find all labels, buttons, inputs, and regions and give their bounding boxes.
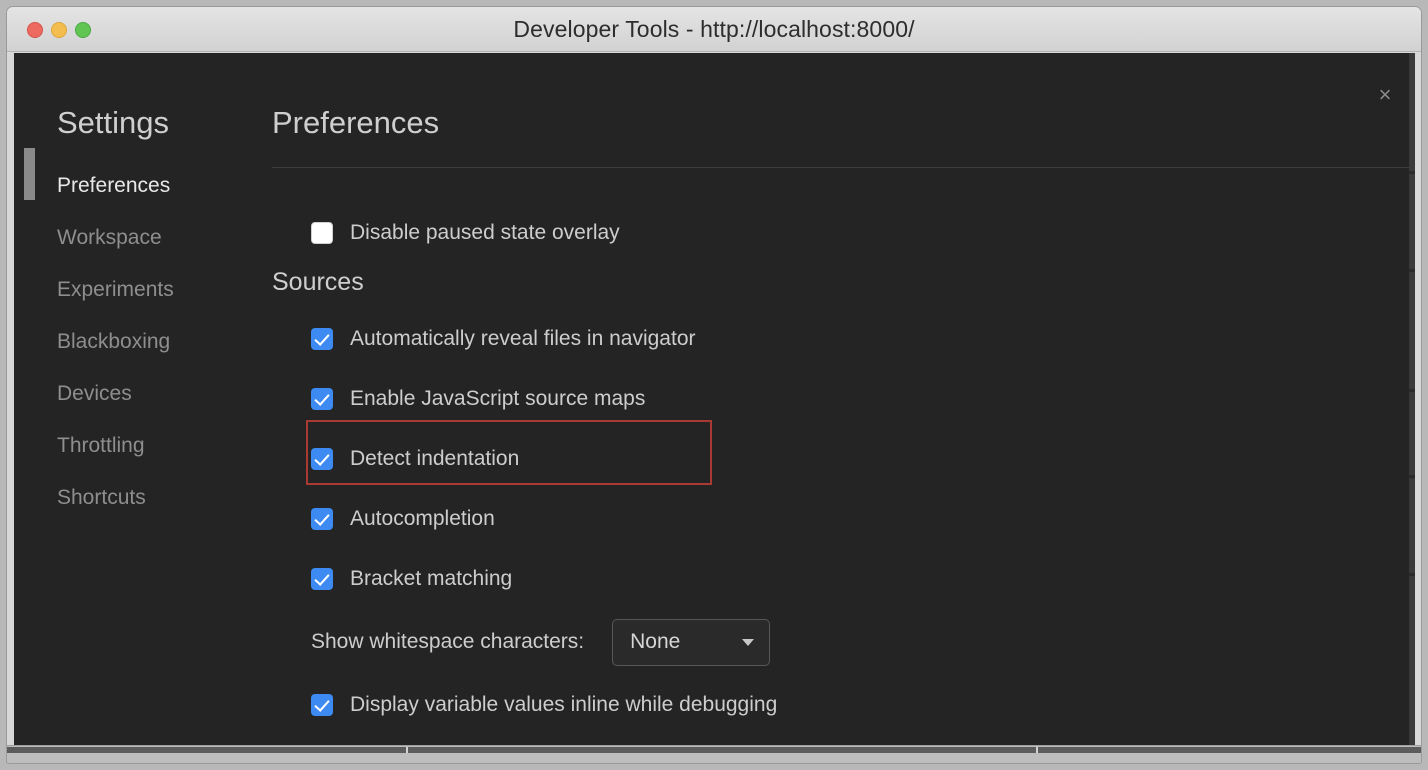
section-general: Disable paused state overlay <box>259 191 1409 263</box>
section-sources: Sources Automatically reveal files in na… <box>259 268 1409 735</box>
whitespace-characters-label: Show whitespace characters: <box>311 630 585 653</box>
option-label: Bracket matching <box>350 567 513 590</box>
whitespace-characters-value: None <box>630 630 681 653</box>
checkbox-display-variable-values-inline[interactable] <box>311 694 333 716</box>
window-resize-grip[interactable] <box>1036 747 1038 753</box>
checkbox-enable-javascript-source-maps[interactable] <box>311 388 333 410</box>
option-autocompletion[interactable]: Autocompletion <box>259 489 495 549</box>
title-bar: Developer Tools - http://localhost:8000/ <box>7 7 1421 52</box>
sidebar-item-workspace[interactable]: Workspace <box>14 212 259 264</box>
option-disable-paused-state-overlay[interactable]: Disable paused state overlay <box>259 203 620 263</box>
window-bottom-rail <box>7 747 1421 753</box>
sidebar-item-preferences[interactable]: Preferences <box>14 160 259 212</box>
sidebar-item-shortcuts[interactable]: Shortcuts <box>14 472 259 524</box>
right-scrollbar-strip[interactable] <box>1409 53 1415 748</box>
window-frame: Developer Tools - http://localhost:8000/ <box>6 6 1422 764</box>
checkbox-detect-indentation[interactable] <box>311 448 333 470</box>
window-bottom-chrome <box>7 745 1421 763</box>
page-title: Preferences <box>272 105 440 140</box>
option-label: Automatically reveal files in navigator <box>350 327 696 350</box>
option-label: Display variable values inline while deb… <box>350 693 778 716</box>
option-enable-javascript-source-maps[interactable]: Enable JavaScript source maps <box>259 369 645 429</box>
whitespace-characters-select[interactable]: None <box>612 618 771 666</box>
devtools-settings-panel: × Settings Preferences Workspace Experim… <box>14 53 1415 748</box>
checkbox-autocompletion[interactable] <box>311 508 333 530</box>
window-resize-grip[interactable] <box>406 747 408 753</box>
option-label: Enable JavaScript source maps <box>350 387 646 410</box>
settings-heading: Settings <box>57 105 170 140</box>
option-label: Detect indentation <box>350 447 520 470</box>
sidebar-item-blackboxing[interactable]: Blackboxing <box>14 316 259 368</box>
chevron-down-icon <box>742 638 755 646</box>
window-title: Developer Tools - http://localhost:8000/ <box>513 16 915 42</box>
checkbox-bracket-matching[interactable] <box>311 568 333 590</box>
sidebar-item-throttling[interactable]: Throttling <box>14 420 259 472</box>
option-automatically-reveal-files[interactable]: Automatically reveal files in navigator <box>259 309 696 369</box>
whitespace-characters-row: Show whitespace characters: None <box>259 609 771 675</box>
option-label: Disable paused state overlay <box>350 221 620 244</box>
content-divider <box>272 167 1410 168</box>
application-window: Developer Tools - http://localhost:8000/ <box>0 0 1428 770</box>
settings-nav-list: Preferences Workspace Experiments Blackb… <box>14 160 259 524</box>
section-title-sources: Sources <box>272 268 364 296</box>
sidebar-item-devices[interactable]: Devices <box>14 368 259 420</box>
checkbox-automatically-reveal-files[interactable] <box>311 328 333 350</box>
checkbox-disable-paused-state-overlay[interactable] <box>311 222 333 244</box>
option-detect-indentation[interactable]: Detect indentation <box>259 429 519 489</box>
option-bracket-matching[interactable]: Bracket matching <box>259 549 512 609</box>
sidebar-item-experiments[interactable]: Experiments <box>14 264 259 316</box>
settings-content: Preferences Disable paused state overlay <box>259 53 1410 748</box>
option-label: Autocompletion <box>350 507 495 530</box>
option-display-variable-values-inline[interactable]: Display variable values inline while deb… <box>259 675 777 735</box>
settings-sidebar: Settings Preferences Workspace Experimen… <box>14 53 259 748</box>
